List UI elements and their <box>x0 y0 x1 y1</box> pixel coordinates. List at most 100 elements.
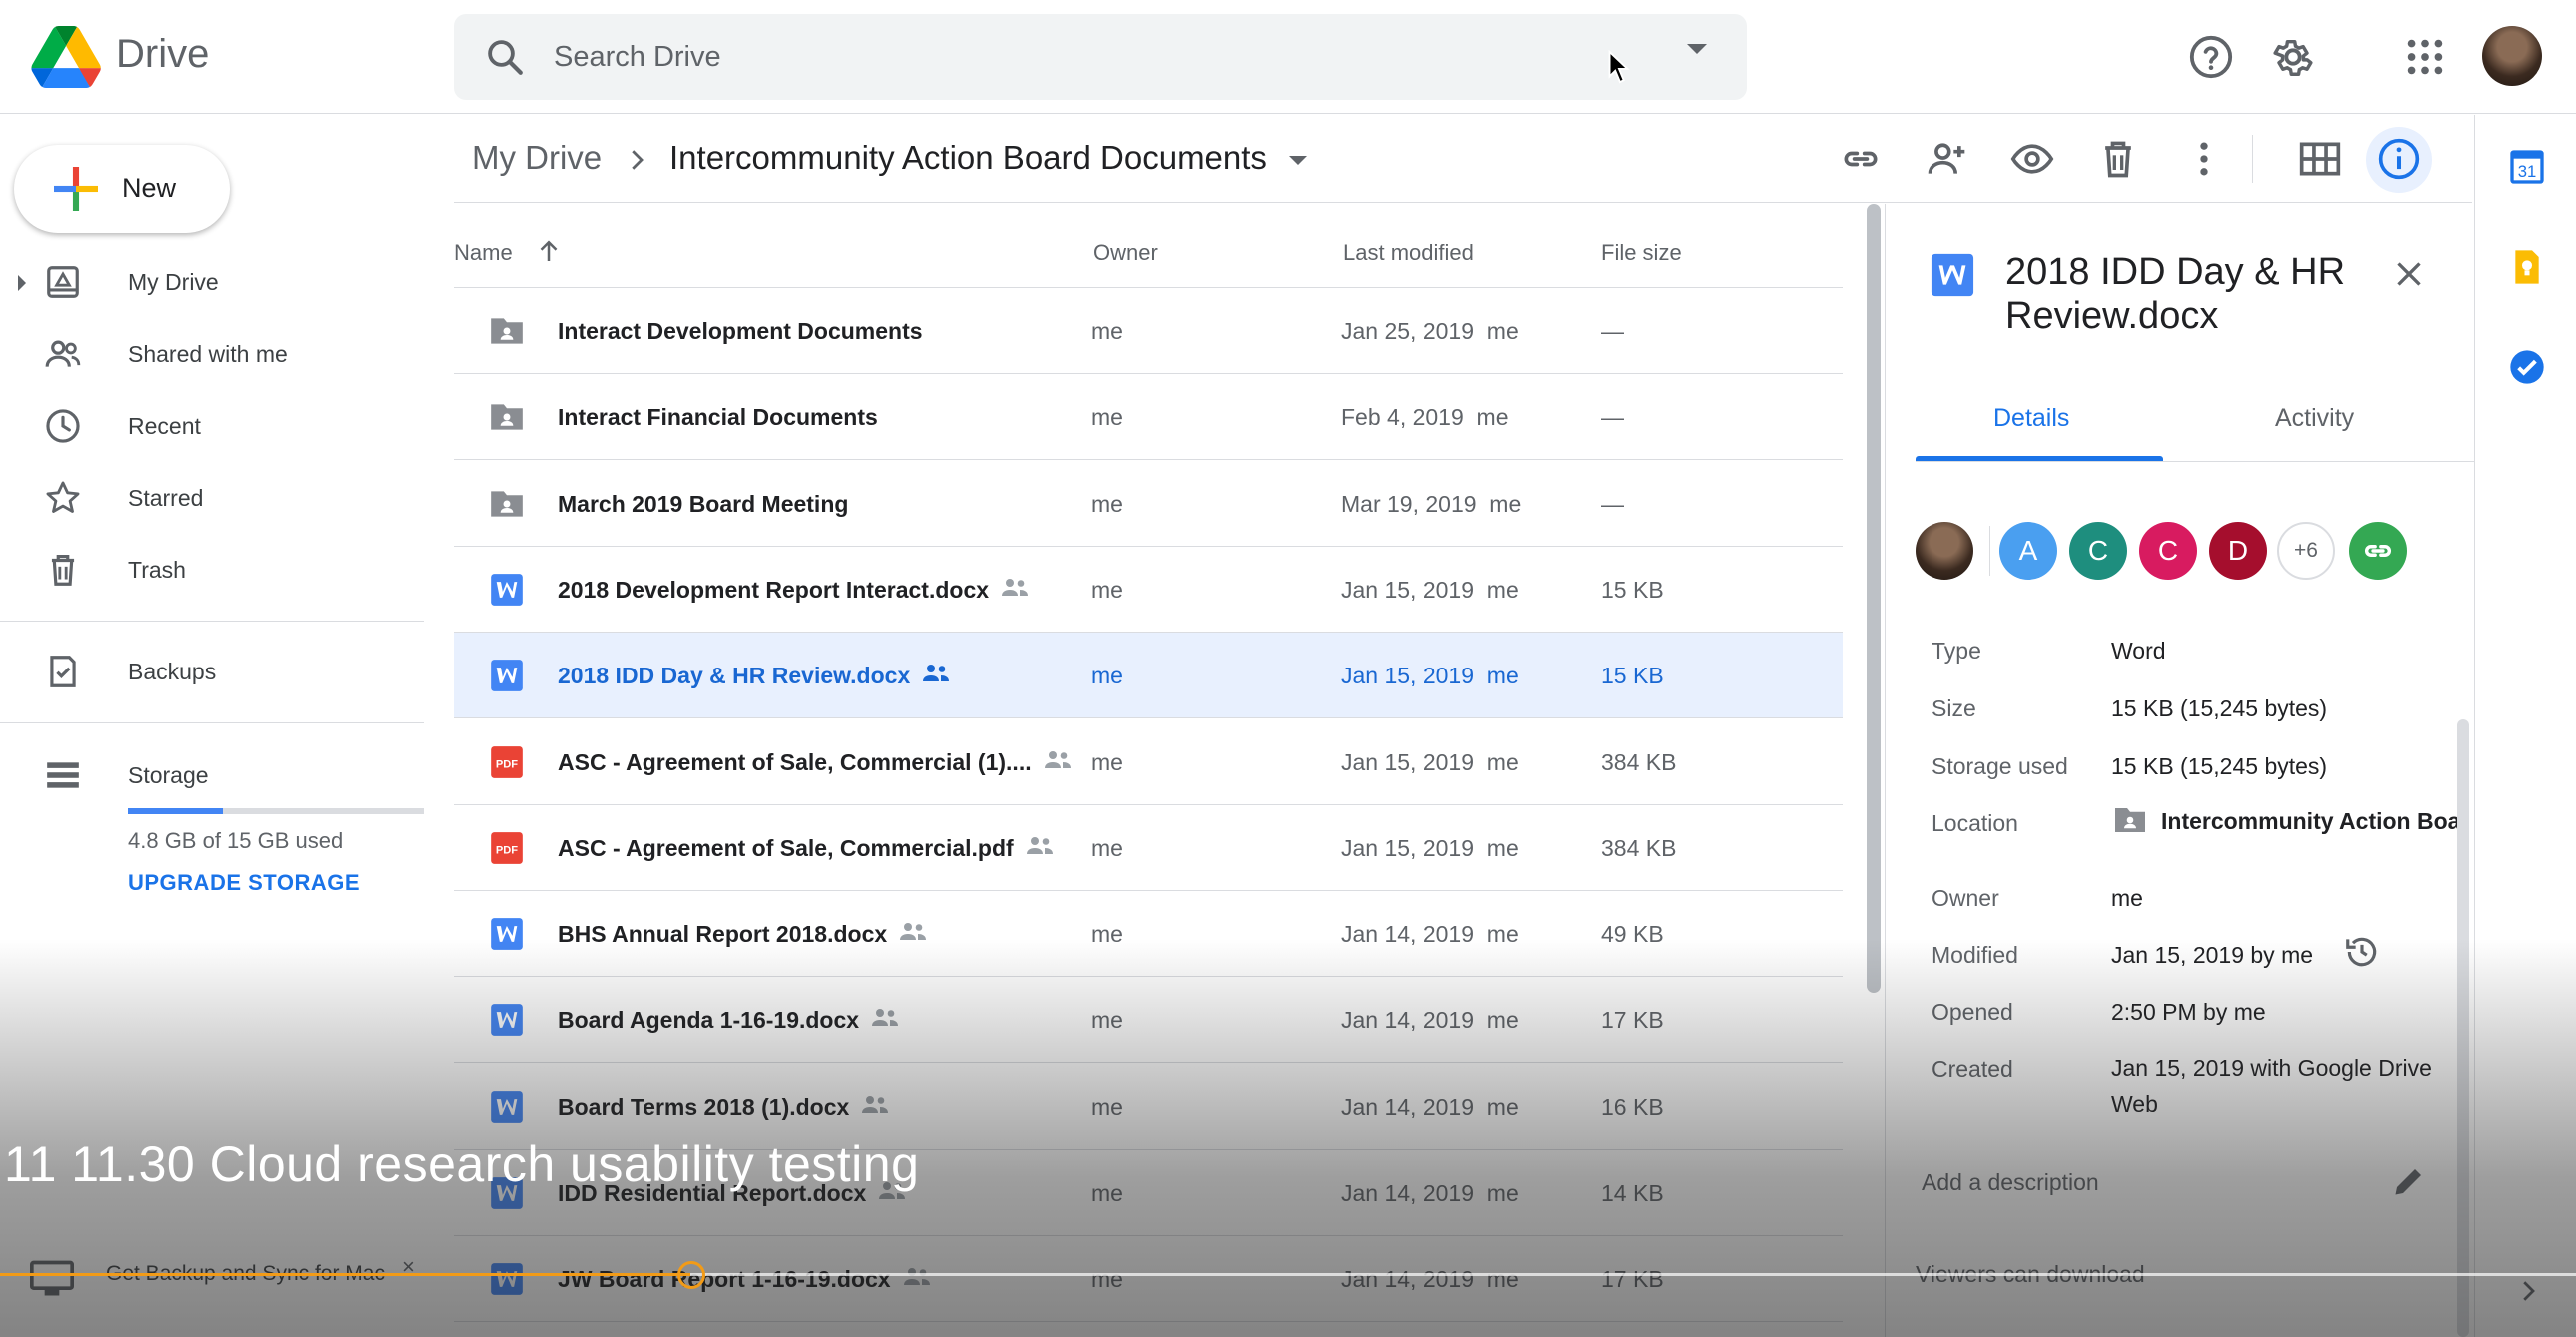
file-size: 17 KB <box>1601 1266 1664 1293</box>
sidebar-item-trash[interactable]: Trash <box>0 539 430 599</box>
file-owner: me <box>1091 921 1123 948</box>
folder-menu-chevron-icon[interactable] <box>1289 156 1307 165</box>
breadcrumb-root[interactable]: My Drive <box>472 139 602 177</box>
table-row[interactable]: Interact Financial Documents me Feb 4, 201… <box>454 374 1843 461</box>
table-row[interactable]: JW Board Report 1-16-19.docx me Jan 14, 20… <box>454 1236 1843 1323</box>
shared-user-avatar[interactable]: C <box>2069 522 2127 580</box>
video-scrubber-handle[interactable] <box>677 1261 705 1289</box>
file-last-modified: Jan 15, 2019 me <box>1341 748 1519 775</box>
storage-used-text: 4.8 GB of 15 GB used <box>128 828 344 853</box>
file-list-scrollbar[interactable] <box>1867 204 1881 993</box>
upgrade-storage-link[interactable]: UPGRADE STORAGE <box>128 870 360 896</box>
sidebar-item-label: Storage <box>128 762 209 788</box>
calendar-icon[interactable]: 31 <box>2507 147 2547 187</box>
sidebar-item-shared-with-me[interactable]: Shared with me <box>0 323 430 383</box>
link-sharing-button[interactable] <box>2349 522 2407 580</box>
table-row[interactable]: BHS Annual Report 2018.docx me Jan 14, 201… <box>454 891 1843 978</box>
table-row[interactable]: Interact Development Documents me Jan 25, … <box>454 288 1843 374</box>
tab-details[interactable]: Details <box>1993 404 2069 433</box>
word-file-icon <box>491 660 523 692</box>
shared-people-icon <box>900 923 927 941</box>
sidebar-item-recent[interactable]: Recent <box>0 395 430 455</box>
table-row[interactable]: Board Agenda 1-16-19.docx me Jan 14, 2019 … <box>454 977 1843 1064</box>
file-last-modified: Jan 14, 2019 me <box>1341 921 1519 948</box>
sidebar-item-my-drive[interactable]: My Drive <box>0 251 430 311</box>
expand-arrow-icon[interactable] <box>18 275 26 291</box>
grid-view-icon[interactable] <box>2298 137 2342 181</box>
info-icon[interactable] <box>2377 137 2421 181</box>
column-header-file-size: File size <box>1601 240 1682 265</box>
location-folder-name: Intercommunity Action Boa <box>2161 808 2461 834</box>
table-row[interactable]: PDF ASC - Agreement of Sale, Commercial (… <box>454 719 1843 805</box>
sort-ascending-arrow-icon[interactable] <box>534 236 564 266</box>
video-progress-bar[interactable] <box>0 1273 2576 1276</box>
share-person-add-icon[interactable] <box>1925 137 1968 181</box>
trash-icon[interactable] <box>2096 137 2140 181</box>
file-name: 2018 Development Report Interact.docx <box>558 577 1029 604</box>
who-has-access[interactable]: ACCD +6 <box>1916 522 2455 588</box>
table-row[interactable]: 2018 IDD Day & HR Review.docx me Jan 15, 2… <box>454 633 1843 719</box>
computer-icon <box>30 1260 74 1296</box>
tab-activity[interactable]: Activity <box>2275 404 2354 433</box>
shared-user-avatar[interactable]: D <box>2209 522 2267 580</box>
search-options-chevron-icon[interactable] <box>1687 44 1707 54</box>
get-link-icon[interactable] <box>1839 137 1883 181</box>
prop-value-location[interactable]: Intercommunity Action Boa <box>2111 805 2461 841</box>
promo-close-icon[interactable]: × <box>402 1254 415 1280</box>
shared-user-avatar[interactable]: C <box>2139 522 2197 580</box>
apps-grid-icon[interactable] <box>2402 34 2448 80</box>
shared-folder-icon <box>491 490 523 517</box>
more-people-badge[interactable]: +6 <box>2277 522 2335 580</box>
column-header-name[interactable]: Name <box>454 240 513 266</box>
new-button[interactable]: New <box>14 145 230 233</box>
tab-divider <box>1916 461 2475 462</box>
file-owner: me <box>1091 1093 1123 1120</box>
file-size: 49 KB <box>1601 921 1664 948</box>
sidebar-item-starred[interactable]: Starred <box>0 467 430 527</box>
pencil-edit-icon[interactable] <box>2391 1163 2427 1199</box>
shared-people-icon <box>1026 836 1053 854</box>
file-name-text: 2018 Development Report Interact.docx <box>558 576 990 603</box>
backup-sync-promo[interactable]: Get Backup and Sync for Mac × <box>30 1254 420 1324</box>
search-bar[interactable] <box>454 14 1747 100</box>
search-input[interactable] <box>554 32 1553 82</box>
preview-eye-icon[interactable] <box>2010 137 2054 181</box>
details-scrollbar[interactable] <box>2457 719 2469 1337</box>
file-size: 16 KB <box>1601 1093 1664 1120</box>
column-header-last-modified[interactable]: Last modified <box>1343 240 1474 266</box>
close-icon[interactable] <box>2391 256 2427 292</box>
sidebar-item-backups[interactable]: Backups <box>0 641 430 700</box>
description-input[interactable]: Add a description <box>1922 1169 2099 1196</box>
shared-people-icon <box>903 1268 930 1286</box>
breadcrumb-current[interactable]: Intercommunity Action Board Documents <box>669 139 1267 177</box>
file-owner: me <box>1091 576 1123 603</box>
version-history-icon[interactable] <box>2343 933 2381 971</box>
table-row[interactable]: 2018 Development Report Interact.docx me J… <box>454 547 1843 633</box>
more-vert-icon[interactable] <box>2182 137 2226 181</box>
keep-icon[interactable] <box>2507 247 2547 287</box>
storage-usage-fill <box>128 808 223 814</box>
prop-label-opened: Opened <box>1932 999 2013 1025</box>
file-size: 17 KB <box>1601 1007 1664 1034</box>
prop-value-size: 15 KB (15,245 bytes) <box>2111 695 2328 721</box>
expand-panel-chevron-icon[interactable] <box>2513 1276 2543 1306</box>
chevron-right-icon <box>632 150 644 170</box>
account-avatar[interactable] <box>2482 26 2542 86</box>
gear-icon[interactable] <box>2270 34 2316 80</box>
file-size: 15 KB <box>1601 576 1664 603</box>
search-icon[interactable] <box>484 36 526 78</box>
tasks-icon[interactable] <box>2507 347 2547 387</box>
prop-label-owner: Owner <box>1932 885 1999 911</box>
link-icon <box>2364 545 2392 557</box>
prop-label-location: Location <box>1932 810 2018 836</box>
table-row[interactable]: March 2019 Board Meeting me Mar 19, 2019 m… <box>454 461 1843 547</box>
drive-logo-icon[interactable] <box>30 26 102 88</box>
sidebar-item-storage[interactable]: Storage <box>0 744 430 804</box>
file-owner: me <box>1091 490 1123 517</box>
file-name: JW Board Report 1-16-19.docx <box>558 1266 931 1293</box>
shared-user-avatar[interactable]: A <box>1999 522 2057 580</box>
table-row[interactable]: PDF ASC - Agreement of Sale, Commercial.p… <box>454 805 1843 891</box>
file-name-text: ASC - Agreement of Sale, Commercial.pdf <box>558 834 1014 861</box>
help-icon[interactable] <box>2188 34 2234 80</box>
owner-avatar[interactable] <box>1916 522 1973 580</box>
